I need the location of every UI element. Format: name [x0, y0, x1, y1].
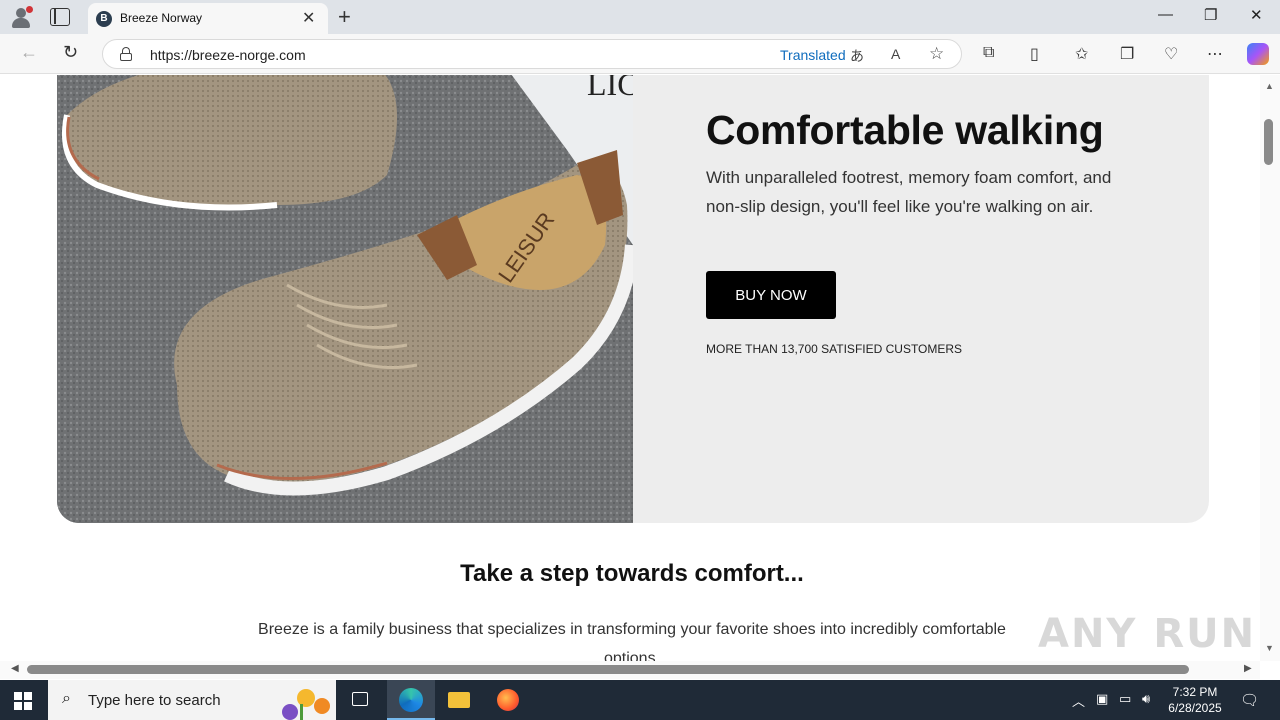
site-favicon-icon: B [96, 11, 112, 27]
network-icon[interactable]: ▭ [1119, 691, 1131, 707]
file-explorer-icon[interactable] [435, 680, 483, 720]
clock-time: 7:32 PM [1172, 685, 1218, 699]
profile-icon[interactable] [10, 6, 33, 28]
horizontal-scrollbar[interactable]: ◀ ▶ [0, 661, 1260, 679]
restore-button[interactable]: ❐ [1204, 6, 1217, 24]
split-screen-icon[interactable]: ▯ [1030, 44, 1039, 64]
lock-icon[interactable] [120, 47, 132, 61]
anyrun-watermark: ANY RUN [1038, 611, 1257, 657]
customers-note: MORE THAN 13,700 SATISFIED CUSTOMERS [706, 342, 963, 356]
task-view-icon[interactable] [336, 680, 384, 720]
minimize-button[interactable]: — [1158, 6, 1173, 23]
search-icon: ⌕ [62, 690, 71, 707]
edge-taskbar-icon[interactable] [387, 680, 435, 720]
collections-icon[interactable]: ❐ [1120, 44, 1134, 64]
copilot-icon[interactable] [1247, 43, 1269, 65]
address-bar[interactable]: https://breeze-norge.com Translated あ A … [102, 39, 962, 69]
clock-date: 6/28/2025 [1168, 701, 1222, 715]
hero-section: LIC A LEISUR Comfortable walki [57, 75, 1209, 523]
browser-titlebar: B Breeze Norway ✕ + — ❐ ✕ [0, 0, 1280, 34]
extensions-icon[interactable]: ⧉ [983, 44, 994, 62]
search-placeholder: Type here to search [88, 692, 221, 709]
vertical-scrollbar[interactable]: ▲ ▼ [1260, 75, 1280, 661]
read-aloud-icon[interactable]: A [891, 46, 900, 62]
tab-close-icon[interactable]: ✕ [302, 8, 315, 28]
page-viewport: LIC A LEISUR Comfortable walki [0, 75, 1260, 661]
horizontal-scroll-thumb[interactable] [27, 665, 1189, 674]
favorite-star-icon[interactable]: ☆ [929, 44, 944, 64]
url-text[interactable]: https://breeze-norge.com [150, 47, 306, 63]
translate-icon[interactable]: あ [850, 46, 864, 66]
hero-description: With unparalleled footrest, memory foam … [706, 168, 1112, 216]
favorites-icon[interactable]: ✩ [1075, 44, 1088, 64]
refresh-button[interactable]: ↻ [63, 42, 78, 63]
scroll-left-icon[interactable]: ◀ [11, 663, 19, 674]
volume-icon[interactable]: 🔊︎ [1142, 691, 1150, 707]
hero-title: Comfortable walking [706, 107, 1104, 153]
windows-start-icon[interactable] [14, 692, 32, 710]
close-window-button[interactable]: ✕ [1250, 6, 1263, 24]
taskbar-clock[interactable]: 7:32 PM 6/28/2025 [1164, 684, 1226, 716]
buy-now-button[interactable]: BUY NOW [706, 271, 836, 319]
meet-now-icon[interactable]: ▣ [1096, 691, 1108, 707]
scroll-down-icon[interactable]: ▼ [1265, 643, 1274, 653]
browser-essentials-icon[interactable]: ♡ [1164, 44, 1178, 64]
search-highlight-flowers-icon [282, 689, 330, 720]
new-tab-button[interactable]: + [338, 4, 351, 30]
more-menu-icon[interactable]: ⋯ [1207, 44, 1223, 64]
hero-copy: Comfortable walking With unparalleled fo… [706, 75, 1176, 523]
section-title: Take a step towards comfort... [460, 560, 804, 587]
tab-breeze-norway[interactable]: B Breeze Norway ✕ [88, 3, 328, 34]
notifications-icon[interactable]: 🗨︎ [1240, 691, 1259, 709]
shoe-product-image: LIC A LEISUR [57, 75, 633, 523]
firefox-icon[interactable] [484, 680, 532, 720]
tab-actions-icon[interactable] [50, 8, 70, 26]
tab-title: Breeze Norway [120, 11, 203, 25]
show-hidden-icons-icon[interactable]: ︿ [1072, 691, 1085, 710]
scroll-right-icon[interactable]: ▶ [1244, 663, 1252, 674]
section-description: Breeze is a family business that special… [258, 621, 1006, 661]
back-button[interactable]: ← [20, 42, 38, 63]
browser-toolbar: ← ↻ https://breeze-norge.com Translated … [0, 34, 1280, 74]
scroll-up-icon[interactable]: ▲ [1265, 81, 1274, 91]
backdrop-letters: LIC A [587, 75, 633, 102]
vertical-scroll-thumb[interactable] [1264, 119, 1273, 165]
windows-taskbar: ⌕ Type here to search ︿ ▣ ▭ 🔊︎ 7:32 PM 6… [0, 680, 1280, 720]
taskbar-search-box[interactable]: ⌕ Type here to search [48, 680, 336, 720]
translated-label[interactable]: Translated [780, 47, 846, 63]
